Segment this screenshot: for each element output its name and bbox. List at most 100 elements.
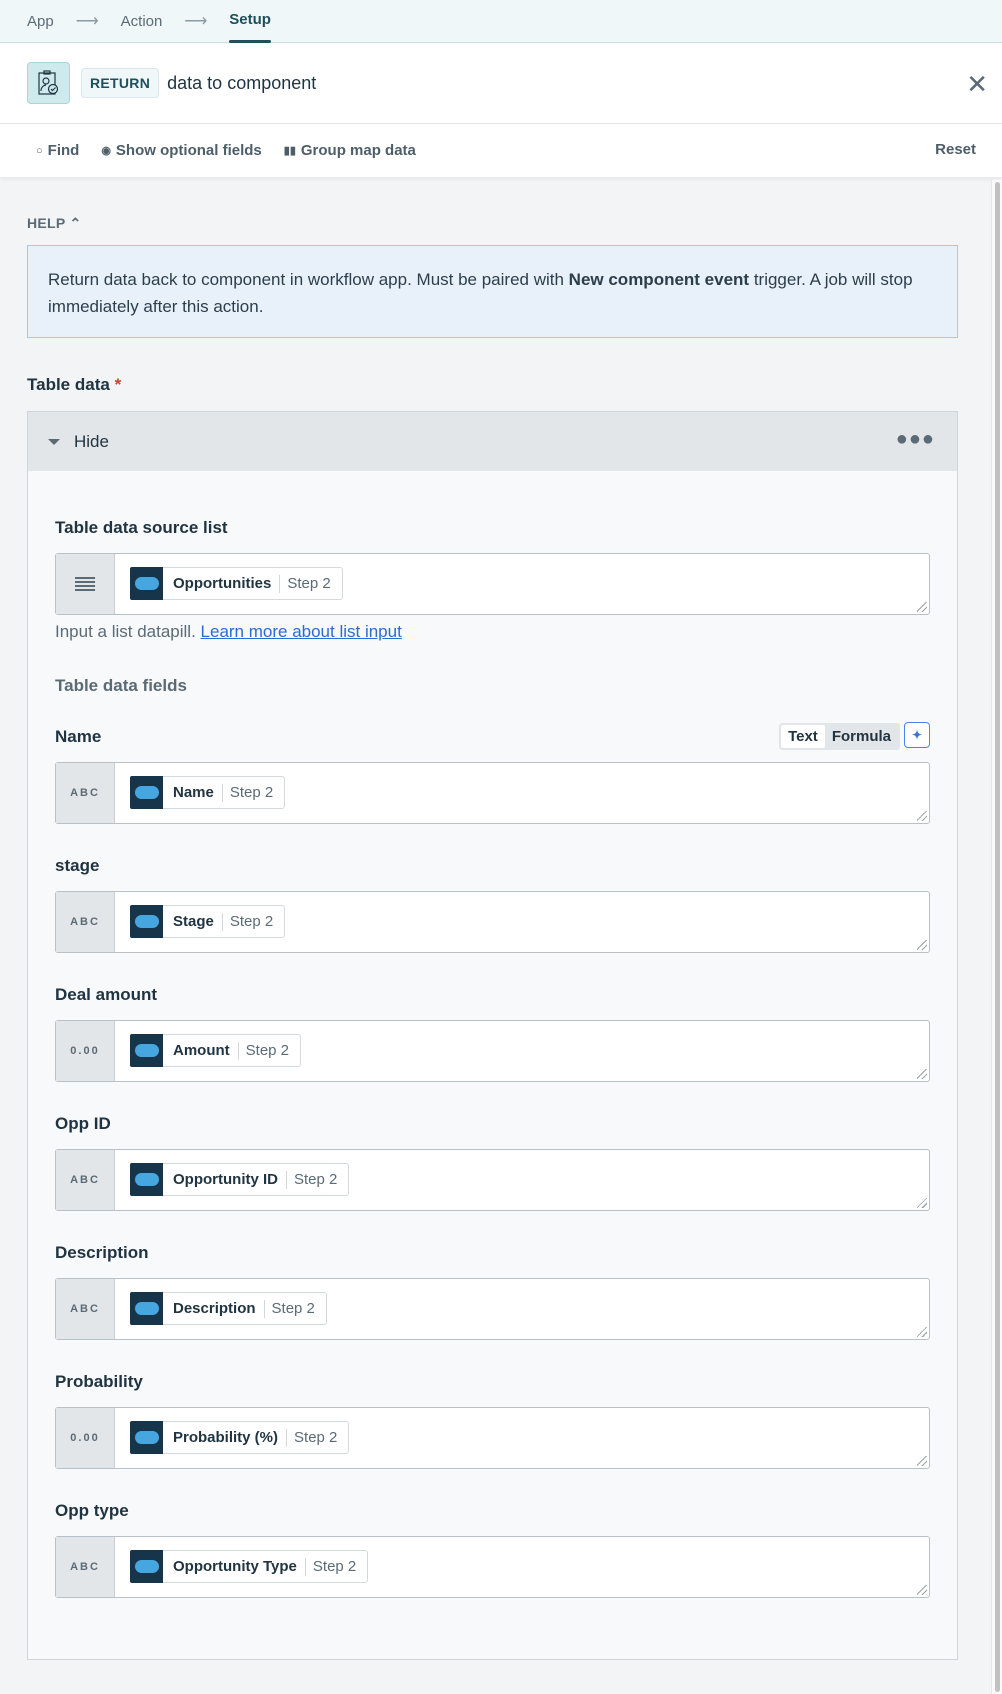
resize-handle[interactable] (917, 602, 927, 612)
help-label: HELP (27, 215, 66, 231)
field-label-text: stage (55, 856, 100, 875)
datapill-step: Step 2 (229, 913, 274, 930)
salesforce-icon (130, 566, 163, 600)
group-icon: ▮▮ (283, 145, 296, 157)
resize-handle[interactable] (917, 1069, 927, 1079)
field-input[interactable]: ABC Description Step 2 (55, 1278, 930, 1340)
table-data-fields-label: Table data fields (55, 676, 187, 695)
find-button[interactable]: ○ Find (36, 142, 79, 159)
find-label: Find (47, 142, 80, 159)
field-label: Description (55, 1243, 930, 1263)
datapill[interactable]: Opportunity ID Step 2 (130, 1162, 350, 1196)
more-options-icon[interactable]: ●●● (896, 428, 935, 451)
learn-more-link[interactable]: Learn more about list input (201, 622, 402, 641)
field-input[interactable]: ABC Stage Step 2 (55, 891, 930, 953)
breadcrumb-action[interactable]: Action (121, 13, 163, 30)
field-label-text: Probability (55, 1372, 143, 1391)
field-type-indicator: ABC (56, 892, 115, 952)
salesforce-icon (130, 1420, 163, 1454)
salesforce-icon (130, 775, 163, 809)
field-label-text: Deal amount (55, 985, 158, 1004)
field-type-indicator: ABC (56, 763, 115, 823)
text-formula-toggle[interactable]: Text Formula (779, 723, 900, 750)
field-label: stage (55, 856, 930, 876)
eye-icon: ◉ (101, 145, 111, 157)
field-input[interactable]: ABC Name Step 2 (55, 762, 930, 824)
field-label: Name Text Formula ✦ (55, 722, 930, 750)
datapill-name: Amount (163, 1041, 239, 1060)
resize-handle[interactable] (917, 940, 927, 950)
resize-handle[interactable] (917, 1198, 927, 1208)
field-input[interactable]: 0.00 Probability (%) Step 2 (55, 1407, 930, 1469)
salesforce-icon (130, 1162, 163, 1196)
search-icon: ○ (36, 144, 43, 157)
step-header: RETURN data to component ✕ (0, 43, 1002, 124)
field-label-text: Name (55, 727, 102, 746)
breadcrumb: App ⟶ Action ⟶ Setup (0, 0, 1002, 43)
salesforce-icon (130, 1291, 163, 1325)
field-label-text: Description (55, 1243, 149, 1262)
field-label: Opp ID (55, 1114, 930, 1134)
ai-sparkle-icon[interactable]: ✦ (904, 722, 930, 748)
datapill[interactable]: Stage Step 2 (130, 904, 286, 938)
panel-header[interactable]: Hide ●●● (28, 412, 957, 471)
step-title: data to component (167, 72, 317, 93)
required-indicator: * (114, 375, 122, 394)
hide-toggle[interactable]: Hide (74, 432, 109, 452)
show-optional-fields-button[interactable]: ◉ Show optional fields (101, 142, 261, 159)
field-type-indicator: ABC (56, 1279, 115, 1339)
datapill[interactable]: Description Step 2 (130, 1291, 327, 1325)
datapill-step: Step 2 (229, 784, 274, 801)
source-hint: Input a list datapill. Learn more about … (55, 622, 930, 642)
hint-text: Input a list datapill. (55, 622, 201, 641)
datapill[interactable]: Opportunities Step 2 (130, 566, 343, 600)
datapill-name: Opportunities (163, 574, 281, 593)
scrollbar-thumb[interactable] (995, 182, 1000, 1692)
table-data-label: Table data * (27, 375, 121, 395)
help-box: Return data back to component in workflo… (27, 245, 958, 338)
resize-handle[interactable] (917, 1327, 927, 1337)
field-input[interactable]: ABC Opportunity ID Step 2 (55, 1149, 930, 1211)
formula-mode-button[interactable]: Formula (825, 725, 898, 748)
field-input[interactable]: 0.00 Amount Step 2 (55, 1020, 930, 1082)
breadcrumb-setup[interactable]: Setup (229, 0, 271, 43)
datapill[interactable]: Probability (%) Step 2 (130, 1420, 350, 1454)
datapill-step: Step 2 (287, 575, 331, 592)
list-icon (56, 554, 115, 614)
datapill-step: Step 2 (245, 1042, 290, 1059)
resize-handle[interactable] (917, 1456, 927, 1466)
help-text-bold: New component event (568, 270, 750, 289)
datapill[interactable]: Name Step 2 (130, 775, 286, 809)
workflow-app-icon (27, 62, 70, 104)
datapill-name: Opportunity ID (163, 1170, 287, 1189)
datapill-step: Step 2 (271, 1300, 315, 1317)
table-data-panel: Hide ●●● Table data source list Opportun… (27, 411, 958, 1660)
arrow-right-icon: ⟶ (75, 13, 99, 30)
field-label: Opp type (55, 1501, 930, 1521)
field-input[interactable]: ABC Opportunity Type Step 2 (55, 1536, 930, 1598)
field-type-indicator: 0.00 (56, 1408, 115, 1468)
field-type-indicator: ABC (56, 1537, 115, 1597)
datapill-name: Opportunity Type (163, 1557, 306, 1576)
reset-button[interactable]: Reset (935, 141, 976, 158)
field-label-text: Opp ID (55, 1114, 111, 1133)
scrollbar[interactable] (991, 180, 1002, 1694)
datapill[interactable]: Opportunity Type Step 2 (130, 1549, 369, 1583)
source-list-input[interactable]: Opportunities Step 2 (55, 553, 930, 615)
datapill[interactable]: Amount Step 2 (130, 1033, 302, 1067)
field-label: Probability (55, 1372, 930, 1392)
breadcrumb-app[interactable]: App (27, 13, 54, 30)
resize-handle[interactable] (917, 811, 927, 821)
datapill-name: Description (163, 1299, 265, 1318)
help-toggle[interactable]: HELP ⌃ (27, 215, 82, 232)
salesforce-icon (130, 904, 163, 938)
close-icon[interactable]: ✕ (966, 69, 988, 100)
datapill-name: Name (163, 783, 223, 802)
help-text: Return data back to component in workflo… (48, 270, 569, 289)
group-map-data-button[interactable]: ▮▮ Group map data (284, 142, 416, 159)
text-mode-button[interactable]: Text (781, 725, 825, 748)
salesforce-icon (130, 1549, 163, 1583)
group-label: Group map data (300, 142, 416, 159)
resize-handle[interactable] (917, 1585, 927, 1595)
optional-label: Show optional fields (115, 142, 262, 159)
